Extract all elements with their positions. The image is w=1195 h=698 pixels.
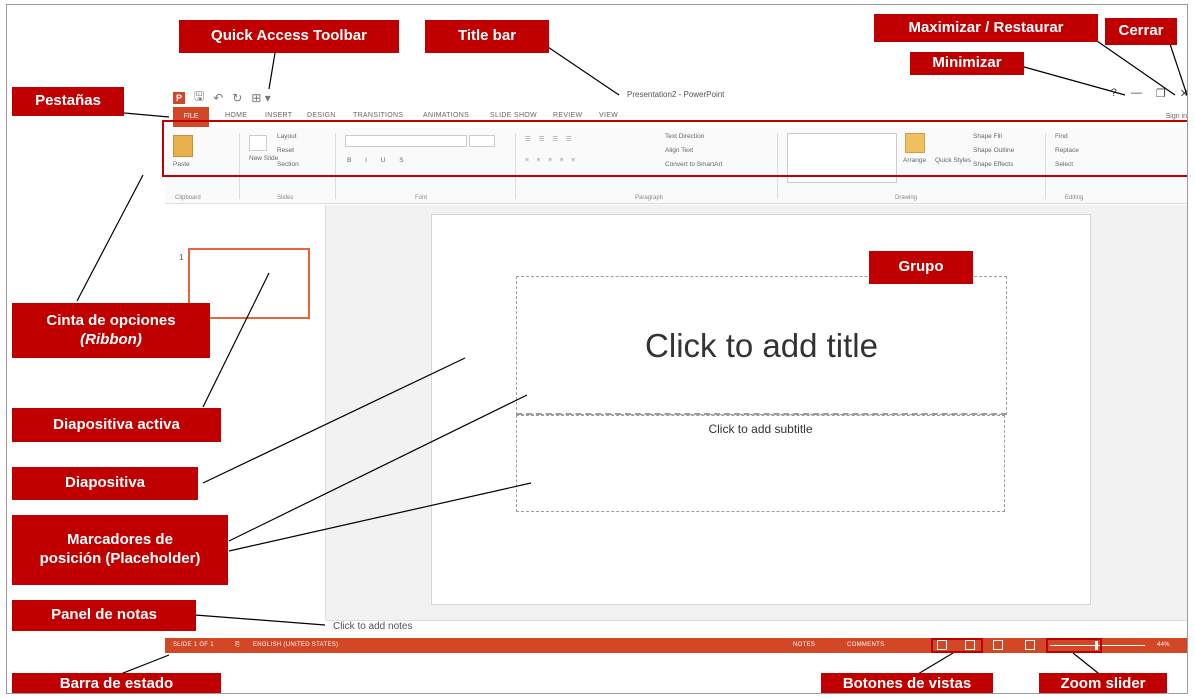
label-status-bar: Barra de estado	[12, 673, 221, 693]
label-slide: Diapositiva	[12, 467, 198, 500]
label-close: Cerrar	[1105, 18, 1177, 45]
label-placeholder-line1: Marcadores de	[67, 531, 173, 549]
diagram-frame: P 🖫 ↶ ↻ ⊞ ▾ Presentation2 - PowerPoint ?…	[6, 4, 1188, 694]
label-notes-panel: Panel de notas	[12, 600, 196, 631]
label-ribbon: Cinta de opciones (Ribbon)	[12, 303, 210, 358]
label-placeholder: Marcadores de posición (Placeholder)	[12, 515, 228, 585]
label-group: Grupo	[869, 251, 973, 284]
label-placeholder-line2: posición (Placeholder)	[39, 550, 201, 567]
label-minimize: Minimizar	[910, 52, 1024, 75]
label-active-slide: Diapositiva activa	[12, 408, 221, 442]
label-quick-access-toolbar: Quick Access Toolbar	[179, 20, 399, 53]
label-ribbon-line1: Cinta de opciones	[46, 311, 176, 329]
label-title-bar: Title bar	[425, 20, 549, 53]
label-maximize-restore: Maximizar / Restaurar	[874, 14, 1098, 42]
label-view-buttons: Botones de vistas	[821, 673, 993, 693]
label-ribbon-line2: (Ribbon)	[80, 330, 142, 348]
label-zoom-slider: Zoom slider	[1039, 673, 1167, 693]
label-tabs: Pestañas	[12, 87, 124, 116]
